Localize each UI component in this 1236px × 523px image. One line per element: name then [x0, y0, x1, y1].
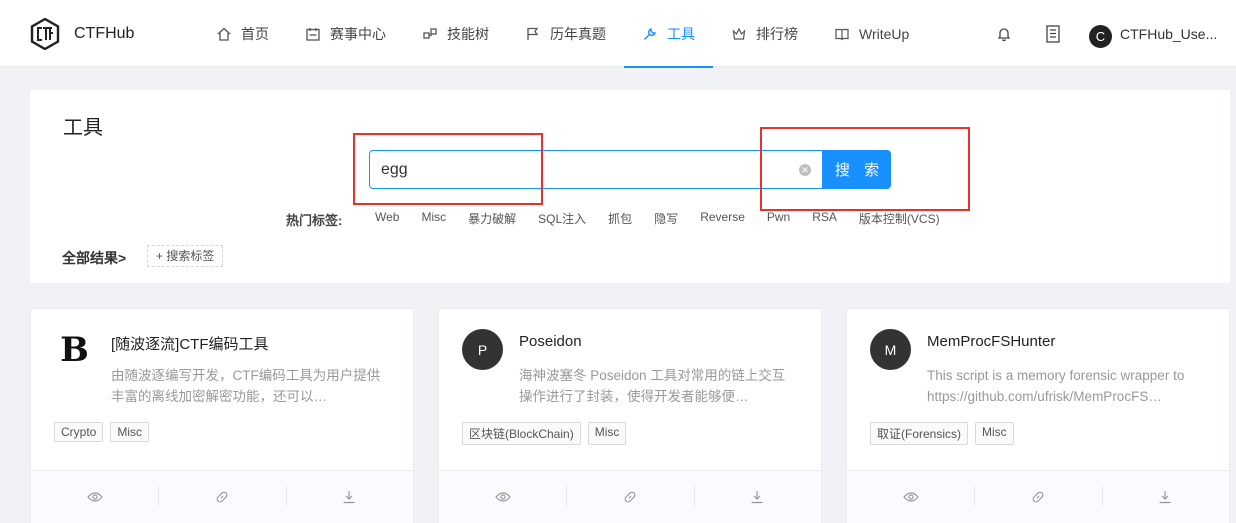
book-icon [834, 26, 850, 42]
nav-tools[interactable]: 工具 [624, 0, 713, 68]
hot-tag[interactable]: Reverse [700, 210, 745, 227]
tool-tags: Crypto Misc [54, 422, 156, 442]
nav-writeup[interactable]: WriteUp [816, 0, 927, 67]
view-button[interactable] [31, 471, 158, 523]
tool-avatar: B [54, 329, 95, 370]
tool-description: 由随波逐编写开发，CTF编码工具为用户提供丰富的离线加密解密功能，还可以… [111, 368, 381, 404]
download-icon [1159, 491, 1171, 504]
all-results-link[interactable]: 全部结果> [62, 248, 126, 268]
download-button[interactable] [1101, 471, 1229, 523]
link-button[interactable] [974, 471, 1101, 523]
link-icon [216, 491, 228, 503]
ctfhub-logo-icon[interactable] [30, 18, 60, 50]
nav-writeup-label: WriteUp [859, 25, 910, 42]
annotation-box-button [760, 127, 970, 211]
tool-tag[interactable]: Misc [110, 422, 150, 442]
tool-description: This script is a memory forensic wrapper… [927, 368, 1185, 404]
hot-tag[interactable]: 抓包 [608, 210, 632, 227]
hot-tag[interactable]: 版本控制(VCS) [859, 210, 940, 227]
nav-home[interactable]: 首页 [198, 0, 287, 67]
home-icon [216, 26, 232, 42]
nav-events[interactable]: 赛事中心 [287, 0, 404, 67]
tool-avatar: P [462, 329, 503, 370]
link-button[interactable] [566, 471, 693, 523]
download-button[interactable] [693, 471, 821, 523]
wrench-icon [642, 26, 658, 42]
search-tag-button[interactable]: + 搜索标签 [147, 245, 224, 267]
nav-leaderboard[interactable]: 排行榜 [713, 0, 816, 67]
nav-skill-tree-label: 技能树 [447, 25, 489, 42]
nav-home-label: 首页 [241, 25, 269, 42]
tools-panel: 工具 ✕ 搜 索 热门标签: Web Misc 暴力破解 SQL注入 抓包 隐写… [30, 90, 1230, 283]
nav-leaderboard-label: 排行榜 [756, 25, 798, 42]
download-button[interactable] [285, 471, 413, 523]
tool-description: 海神波塞冬 Poseidon 工具对常用的链上交互操作进行了封装，使得开发者能够… [519, 368, 786, 404]
tool-tag[interactable]: 取证(Forensics) [870, 422, 969, 445]
user-avatar[interactable]: C [1089, 25, 1112, 48]
view-button[interactable] [439, 471, 566, 523]
hot-tags-label: 热门标签: [286, 213, 343, 228]
hot-tag[interactable]: 隐写 [654, 210, 678, 227]
link-icon [624, 491, 636, 503]
tool-tags: 取证(Forensics) Misc [870, 422, 1021, 445]
hot-tag[interactable]: Misc [421, 210, 446, 227]
tool-card[interactable]: P Poseidon 海神波塞冬 Poseidon 工具对常用的链上交互操作进行… [438, 308, 822, 523]
tool-avatar: M [870, 329, 911, 370]
nav-past-problems-label: 历年真题 [550, 25, 606, 42]
hot-tag[interactable]: 暴力破解 [468, 210, 516, 227]
top-header: CTFHub 首页 赛事中心 技能树 历年真题 工具 排行榜 WriteUp C… [0, 0, 1236, 68]
card-actions [439, 470, 821, 523]
card-actions [31, 470, 413, 523]
nav-skill-tree[interactable]: 技能树 [404, 0, 507, 67]
nav-events-label: 赛事中心 [330, 25, 386, 42]
tree-icon [422, 26, 438, 42]
calendar-icon [305, 26, 321, 42]
nav-tools-label: 工具 [667, 25, 695, 42]
main-nav: 首页 赛事中心 技能树 历年真题 工具 排行榜 WriteUp [198, 0, 927, 68]
hot-tag[interactable]: RSA [812, 210, 837, 227]
card-actions [847, 470, 1229, 523]
eye-icon [902, 492, 919, 502]
view-button[interactable] [847, 471, 974, 523]
eye-icon [494, 492, 511, 502]
tool-card[interactable]: B [随波逐流]CTF编码工具 由随波逐编写开发，CTF编码工具为用户提供丰富的… [30, 308, 414, 523]
hot-tag[interactable]: Web [375, 210, 399, 227]
link-icon [1032, 491, 1044, 503]
tool-tag[interactable]: 区块链(BlockChain) [462, 422, 581, 445]
hot-tag[interactable]: SQL注入 [538, 210, 586, 227]
hot-tag[interactable]: Pwn [767, 210, 790, 227]
download-icon [751, 491, 763, 504]
trophy-icon [731, 26, 747, 42]
tool-card[interactable]: M MemProcFSHunter This script is a memor… [846, 308, 1230, 523]
eye-icon [86, 492, 103, 502]
link-button[interactable] [158, 471, 285, 523]
download-icon [343, 491, 355, 504]
nav-past-problems[interactable]: 历年真题 [507, 0, 624, 67]
tool-title[interactable]: [随波逐流]CTF编码工具 [111, 333, 269, 354]
tool-tag[interactable]: Misc [587, 422, 627, 445]
bell-icon[interactable] [996, 26, 1012, 42]
brand-name[interactable]: CTFHub [74, 25, 134, 43]
annotation-box-input [353, 133, 543, 205]
page-title: 工具 [63, 117, 103, 139]
hot-tags: Web Misc 暴力破解 SQL注入 抓包 隐写 Reverse Pwn RS… [364, 210, 951, 227]
notebook-icon[interactable] [1045, 25, 1061, 43]
tool-tag[interactable]: Misc [975, 422, 1014, 445]
tool-title[interactable]: MemProcFSHunter [927, 333, 1055, 350]
flag-icon [525, 26, 541, 42]
tool-tag[interactable]: Crypto [54, 422, 104, 442]
tool-title[interactable]: Poseidon [519, 333, 582, 350]
username[interactable]: CTFHub_Use... [1120, 26, 1217, 42]
tool-tags: 区块链(BlockChain) Misc [462, 422, 633, 445]
